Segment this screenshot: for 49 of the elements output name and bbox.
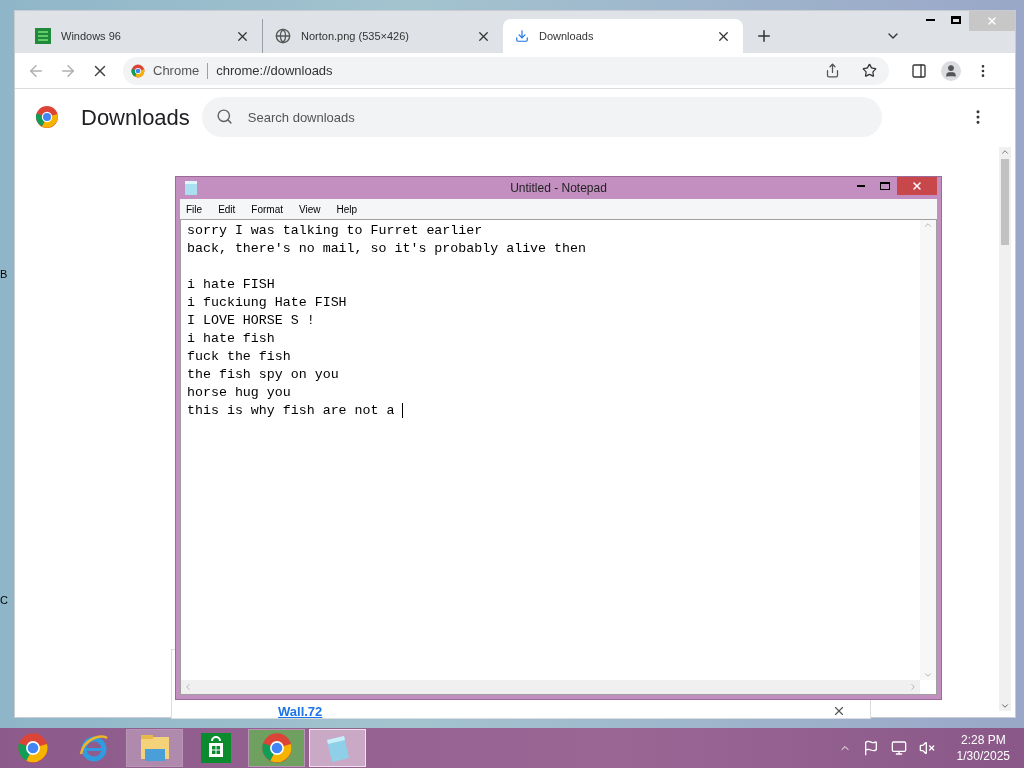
chrome-logo-icon (260, 732, 293, 764)
close-icon (986, 15, 998, 27)
side-panel-icon[interactable] (911, 62, 927, 79)
window-title: Untitled - Notepad (510, 180, 607, 197)
tab-title: Downloads (539, 28, 595, 44)
globe-icon (275, 28, 291, 44)
notepad-icon (184, 180, 198, 196)
app-icon (35, 28, 51, 44)
close-icon (911, 180, 923, 192)
menu-item[interactable]: View (299, 201, 321, 217)
folder-icon (138, 733, 171, 763)
tab-title: Windows 96 (61, 28, 122, 44)
bookmark-star-icon[interactable] (862, 63, 877, 78)
site-label: Chrome (153, 61, 200, 80)
new-tab-icon[interactable] (755, 27, 773, 45)
download-link[interactable]: Wall.72 (278, 702, 323, 722)
scroll-thumb[interactable] (1001, 159, 1009, 245)
search-field[interactable]: Search downloads (201, 97, 882, 137)
menu-item[interactable]: Format (251, 201, 284, 217)
desktop-icon-label: B (0, 267, 8, 282)
scroll-down-icon[interactable] (1000, 701, 1010, 711)
menu-item[interactable]: File (186, 201, 203, 217)
menu-item[interactable]: Help (336, 201, 358, 217)
taskbar-app[interactable] (248, 729, 305, 767)
url-text: chrome://downloads (216, 61, 333, 80)
tab-title: Norton.png (535×426) (301, 28, 410, 44)
remove-icon[interactable] (832, 704, 846, 718)
flag-icon[interactable] (862, 740, 879, 756)
browser-tab[interactable]: Norton.png (535×426) (263, 19, 503, 53)
network-icon[interactable] (890, 740, 907, 756)
menu-item[interactable]: Edit (218, 201, 236, 217)
clock[interactable]: 2:28 PM 1/30/2025 (956, 732, 1010, 764)
search-icon (215, 108, 233, 125)
chrome-logo-icon (35, 105, 59, 129)
muted-speaker-icon[interactable] (918, 740, 935, 756)
download-icon (515, 29, 529, 43)
clock-time: 2:28 PM (960, 732, 1006, 748)
chrome-site-icon (131, 63, 145, 78)
browser-tab[interactable]: Downloads (503, 19, 743, 53)
clock-date: 1/30/2025 (956, 748, 1010, 764)
page-title: Downloads (81, 103, 190, 132)
profile-avatar[interactable] (941, 60, 961, 81)
address-bar[interactable]: Chrome chrome://downloads (123, 56, 889, 85)
desktop-icon-label: C (0, 593, 8, 608)
share-icon[interactable] (825, 63, 840, 78)
scrollbar[interactable] (999, 147, 1011, 711)
shopping-bag-icon (199, 732, 232, 764)
e-logo-icon (77, 732, 110, 764)
browser-logo-icon (16, 732, 49, 764)
